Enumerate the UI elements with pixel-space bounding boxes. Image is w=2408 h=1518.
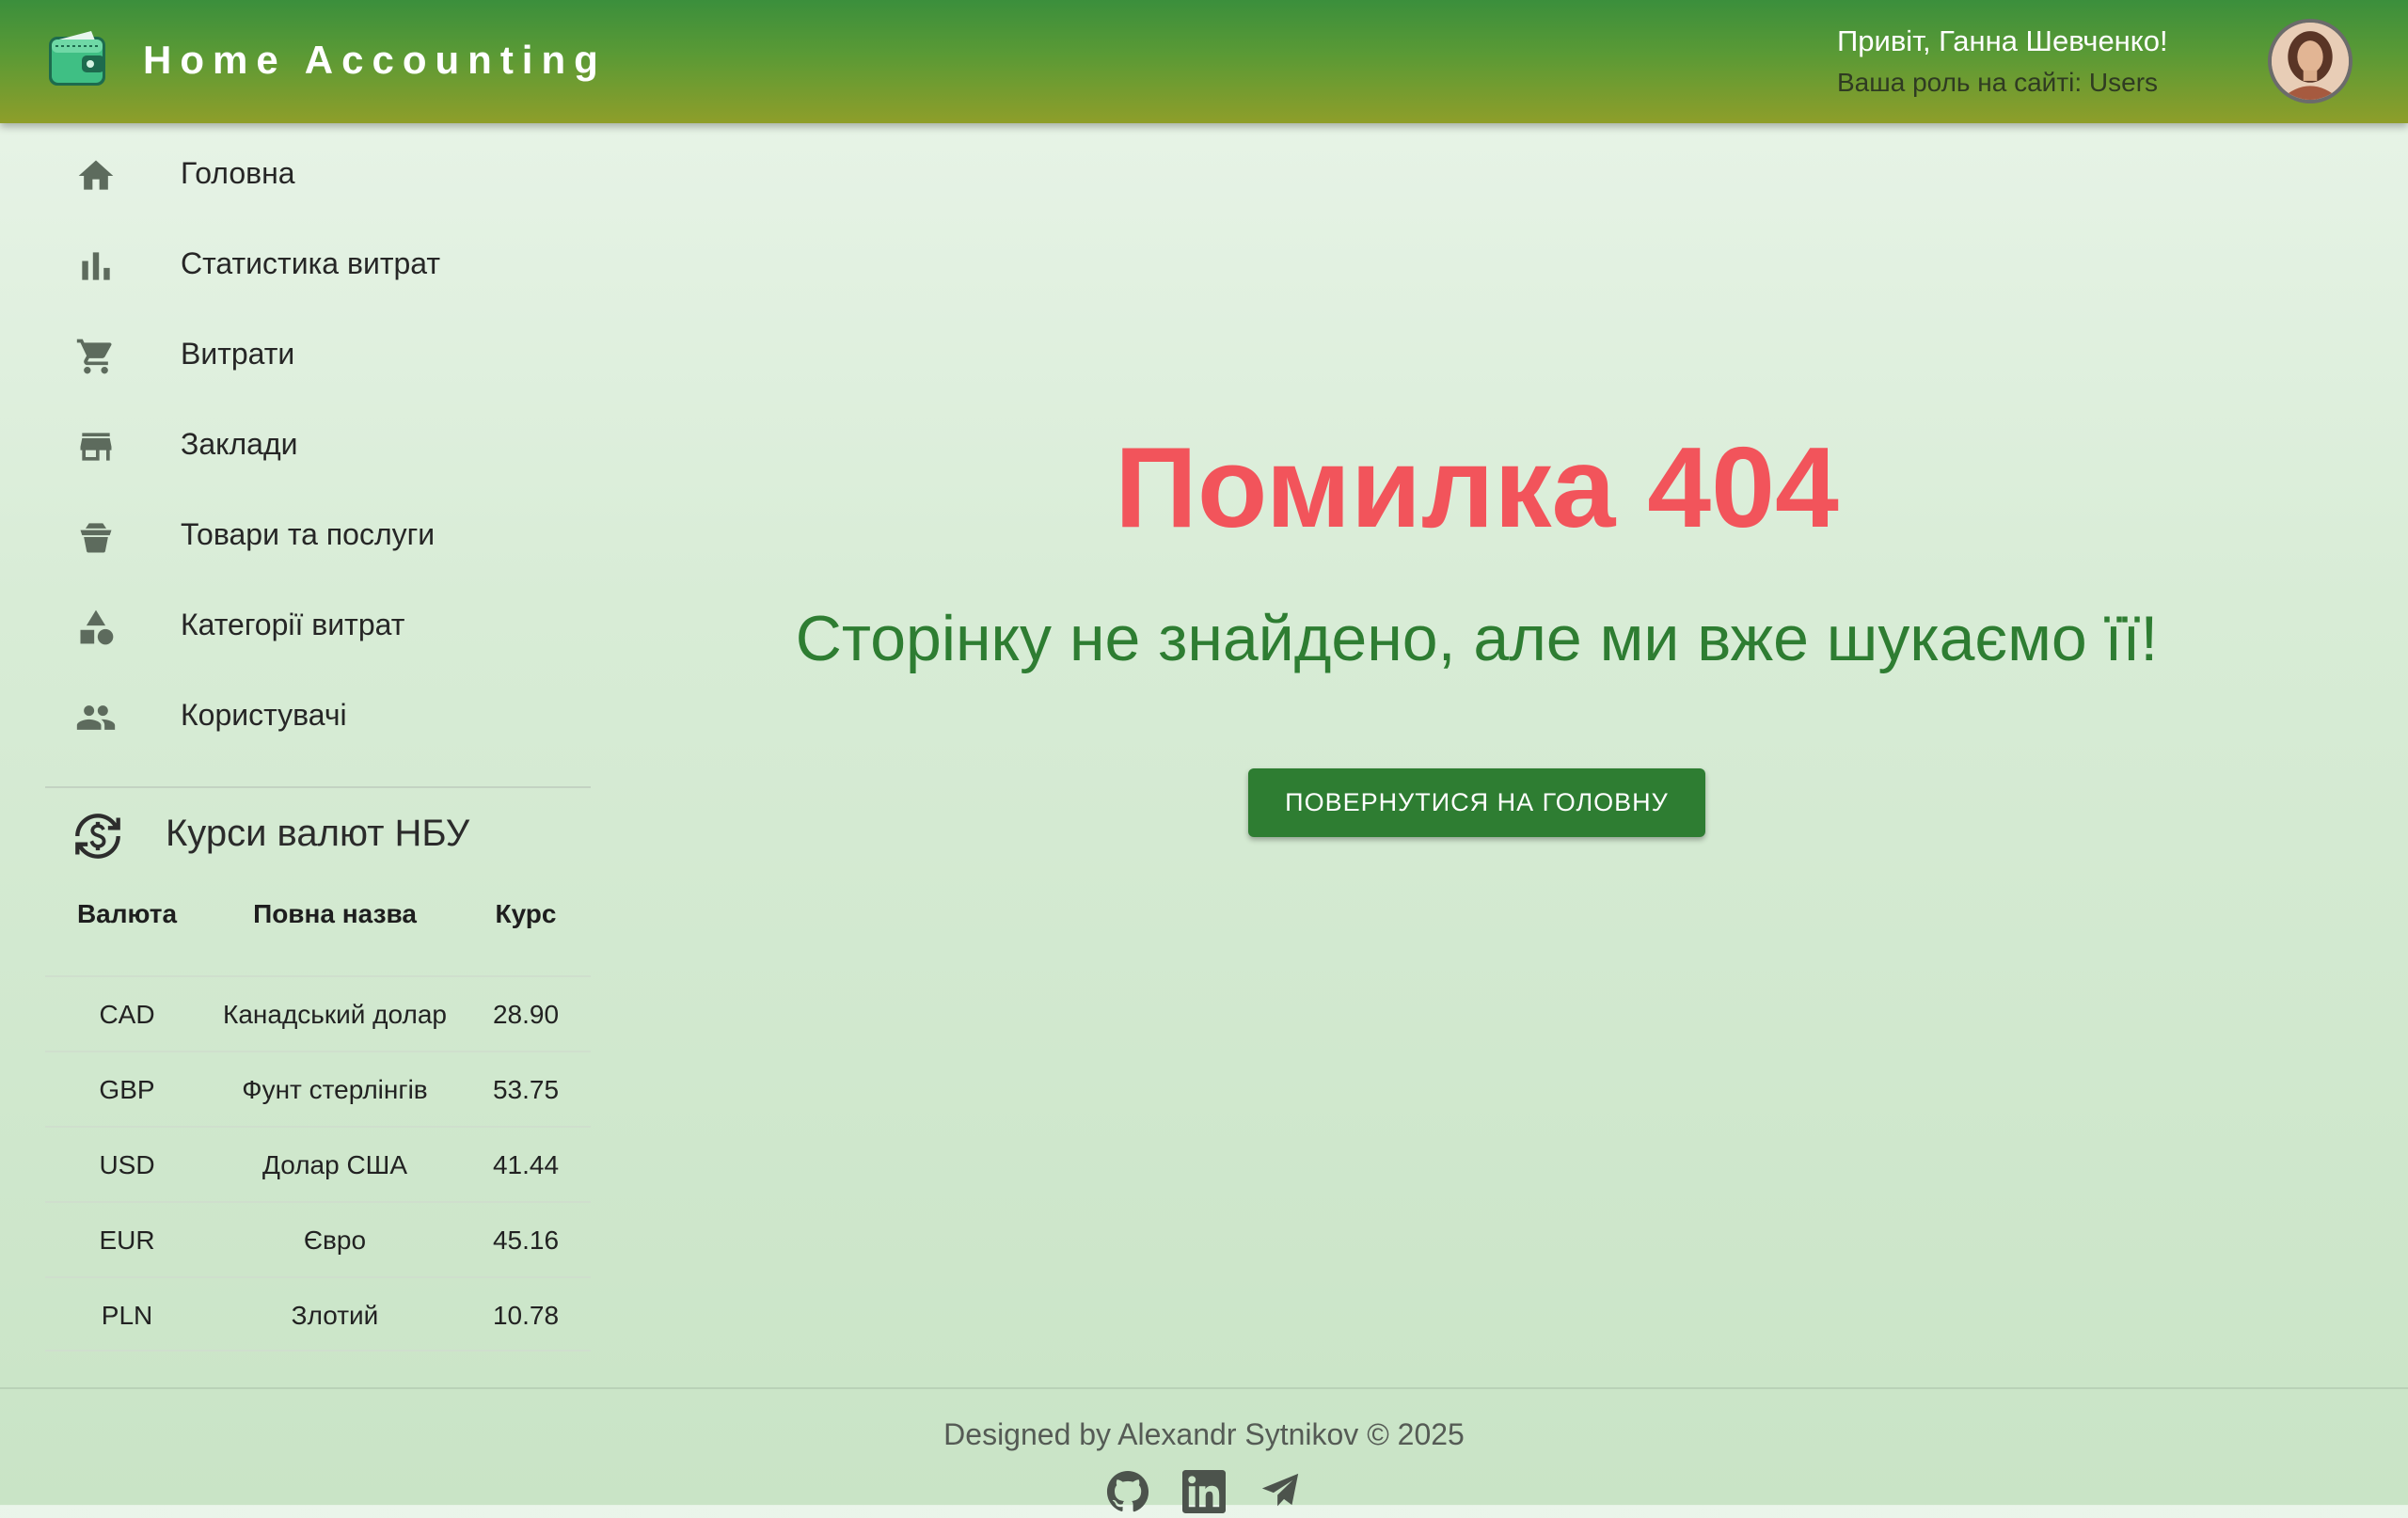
currency-code: USD (99, 1150, 155, 1179)
people-icon (75, 697, 117, 738)
table-row: EUR Євро 45.16 (45, 1201, 591, 1276)
back-home-button[interactable]: ПОВЕРНУТИСЯ НА ГОЛОВНУ (1248, 768, 1705, 837)
currency-rates-title: Курси валют НБУ (166, 813, 470, 854)
rates-header-full-name: Повна назва (253, 899, 417, 928)
currency-rate: 41.44 (492, 1150, 560, 1179)
currency-rate: 28.90 (492, 1000, 560, 1029)
basket-icon (75, 516, 117, 558)
currency-name: Євро (303, 1225, 367, 1255)
sidebar-item-label: Заклади (181, 427, 298, 461)
rates-header-currency: Валюта (76, 899, 178, 928)
sidebar-item-label: Головна (181, 156, 295, 190)
currency-name: Фунт стерлінгів (242, 1075, 428, 1104)
sidebar-item-home[interactable]: Головна (0, 128, 602, 218)
currency-code: PLN (101, 1301, 153, 1330)
sidebar-item-label: Витрати (181, 337, 295, 371)
app-title[interactable]: Home Accounting (143, 35, 607, 86)
currency-name: Канадський долар (223, 1000, 447, 1029)
sidebar-item-users[interactable]: Користувачі (0, 670, 602, 760)
table-row: USD Долар США 41.44 (45, 1126, 591, 1201)
footer-credits: Designed by Alexandr Sytnikov © 2025 (943, 1417, 1465, 1451)
bar-chart-icon (75, 245, 117, 287)
currency-code: CAD (99, 1000, 155, 1029)
app-header: Home Accounting Привіт, Ганна Шевченко! … (0, 0, 2408, 123)
sidebar-item-label: Товари та послуги (181, 517, 436, 551)
currency-code: GBP (99, 1075, 155, 1104)
currency-name: Долар США (261, 1150, 408, 1179)
currency-rate: 10.78 (492, 1301, 560, 1330)
telegram-icon[interactable] (1259, 1470, 1302, 1513)
currency-name: Злотий (291, 1301, 379, 1330)
home-icon (75, 155, 117, 197)
sidebar-item-label: Статистика витрат (181, 246, 441, 280)
currency-rate: 45.16 (492, 1225, 560, 1255)
footer-divider (0, 1387, 2408, 1389)
sidebar-item-venues[interactable]: Заклади (0, 399, 602, 489)
linkedin-icon[interactable] (1182, 1470, 1226, 1513)
table-row: CAD Канадський долар 28.90 (45, 975, 591, 1051)
error-title: Помилка 404 (1115, 423, 1839, 551)
currency-exchange-icon (73, 812, 122, 861)
sidebar-item-label: Категорії витрат (181, 608, 405, 641)
cart-icon (75, 336, 117, 377)
user-greeting: Привіт, Ганна Шевченко! (1837, 24, 2168, 57)
wallet-logo-icon[interactable] (46, 27, 110, 91)
currency-code: EUR (99, 1225, 155, 1255)
sidebar-item-expenses[interactable]: Витрати (0, 308, 602, 399)
table-row: GBP Фунт стерлінгів 53.75 (45, 1051, 591, 1126)
sidebar-divider (45, 786, 591, 788)
store-icon (75, 426, 117, 467)
sidebar-item-goods-services[interactable]: Товари та послуги (0, 489, 602, 579)
user-role: Ваша роль на сайті: Users (1837, 68, 2159, 97)
avatar[interactable] (2268, 19, 2353, 103)
github-icon[interactable] (1106, 1470, 1149, 1513)
sidebar-item-label: Користувачі (181, 698, 347, 732)
rates-table-header: Валюта Повна назва Курс (45, 888, 591, 944)
category-icon (75, 607, 117, 648)
sidebar-item-expense-stats[interactable]: Статистика витрат (0, 218, 602, 308)
sidebar-item-expense-categories[interactable]: Категорії витрат (0, 579, 602, 670)
currency-rate: 53.75 (492, 1075, 560, 1104)
sidebar: Головна Статистика витрат Витрати Заклад… (0, 123, 602, 1388)
table-row: PLN Злотий 10.78 (45, 1276, 591, 1352)
error-subtitle: Сторінку не знайдено, але ми вже шукаємо… (795, 603, 2159, 674)
rates-header-rate: Курс (495, 899, 557, 928)
